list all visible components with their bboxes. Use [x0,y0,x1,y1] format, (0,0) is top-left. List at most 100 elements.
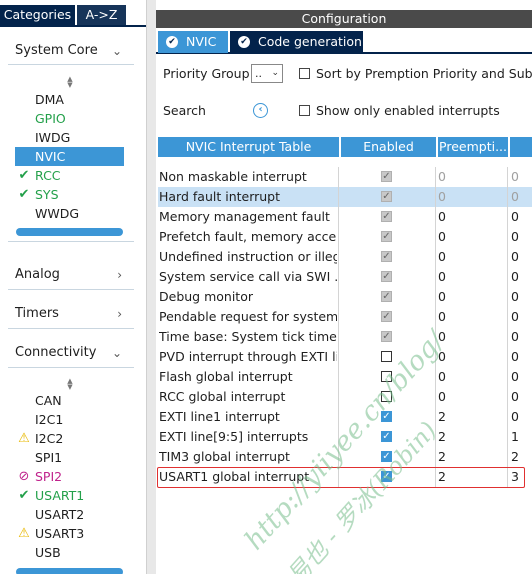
sidebar-item-spi2[interactable]: ⊘ SPI2 [15,467,124,486]
sidebar-item-i2c1[interactable]: I2C1 [15,410,124,429]
sidebar-item-usart1[interactable]: ✔ USART1 [15,486,124,505]
preemption-priority[interactable]: 0 [436,267,506,287]
preemption-priority[interactable]: 2 [436,407,506,427]
table-row[interactable]: Flash global interrupt 0 0 [158,367,532,387]
sub-priority[interactable]: 0 [509,167,532,187]
enabled-checkbox[interactable] [381,351,392,362]
table-row[interactable]: System service call via SWI ... ✓ 0 0 [158,267,532,287]
sidebar-item-usart2[interactable]: USART2 [15,505,124,524]
sidebar-item-label: DMA [35,92,64,107]
sidebar-item-dma[interactable]: DMA [15,90,124,109]
column-header-preemption[interactable]: Preempti... [438,137,508,157]
column-divider [507,187,508,207]
table-row[interactable]: Undefined instruction or illeg... ✓ 0 0 [158,247,532,267]
table-row[interactable]: Memory management fault ✓ 0 0 [158,207,532,227]
tab-code-generation[interactable]: ✔ Code generation [230,31,363,53]
preemption-priority[interactable]: 2 [436,447,506,467]
table-row[interactable]: PVD interrupt through EXTI li... 0 0 [158,347,532,367]
scroll-indicator[interactable] [16,228,123,236]
sub-priority[interactable]: 0 [509,347,532,367]
sidebar-item-spi1[interactable]: SPI1 [15,448,124,467]
column-divider [507,387,508,407]
scroll-indicator[interactable] [16,568,123,574]
table-row[interactable]: Pendable request for system... ✓ 0 0 [158,307,532,327]
section-connectivity[interactable]: Connectivity ⌄ [0,341,136,365]
check-circle-icon: ✔ [238,36,250,48]
tab-a-to-z[interactable]: A->Z [77,5,126,25]
sub-priority[interactable]: 2 [509,447,532,467]
sidebar-item-i2c2[interactable]: ⚠ I2C2 [15,429,124,448]
column-divider [507,327,508,347]
sidebar-item-sys[interactable]: ✔ SYS [15,185,124,204]
section-label: System Core [15,43,98,58]
table-header: NVIC Interrupt Table Enabled Preempti... [158,137,532,157]
section-analog[interactable]: Analog › [0,263,136,287]
preemption-priority[interactable]: 0 [436,287,506,307]
sub-priority[interactable]: 0 [509,267,532,287]
column-divider [338,247,339,267]
sidebar-item-gpio[interactable]: GPIO [15,109,124,128]
column-header-enabled[interactable]: Enabled [341,137,436,157]
sub-priority[interactable]: 0 [509,227,532,247]
panel-scrollbar[interactable] [146,0,156,574]
divider [8,289,134,290]
chevron-down-icon: ⌄ [271,68,279,78]
table-row[interactable]: Hard fault interrupt ✓ 0 0 [158,187,532,207]
sub-priority[interactable]: 1 [509,427,532,447]
tab-nvic[interactable]: ✔ NVIC [158,31,228,53]
sort-icon[interactable]: ▲ ▼ [66,378,74,391]
sub-priority[interactable]: 0 [509,367,532,387]
column-header-name[interactable]: NVIC Interrupt Table [158,137,339,157]
preemption-priority[interactable]: 0 [436,227,506,247]
sub-priority[interactable]: 0 [509,407,532,427]
sidebar-item-label: WWDG [35,206,80,221]
table-row[interactable]: Non maskable interrupt ✓ 0 0 [158,167,532,187]
preemption-priority[interactable]: 0 [436,387,506,407]
sub-priority[interactable]: 0 [509,327,532,347]
preemption-priority[interactable]: 0 [436,207,506,227]
priority-group-select[interactable]: .. ⌄ [251,64,283,83]
sub-priority[interactable]: 0 [509,207,532,227]
sub-priority[interactable]: 0 [509,187,532,207]
interrupt-name: PVD interrupt through EXTI li... [159,349,337,364]
enabled-cell: ✓ [340,287,436,307]
column-header-sub[interactable] [510,137,532,157]
sidebar-item-label: RCC [35,168,61,183]
sort-icon[interactable]: ▲ ▼ [66,76,74,89]
preemption-priority[interactable]: 0 [436,367,506,387]
sidebar-item-nvic[interactable]: NVIC [15,147,124,166]
search-icon[interactable]: ‹ [253,103,268,118]
sub-priority[interactable]: 0 [509,307,532,327]
preemption-priority[interactable]: 2 [436,427,506,447]
interrupt-name: Non maskable interrupt [159,169,307,184]
sidebar-item-rcc[interactable]: ✔ RCC [15,166,124,185]
show-enabled-checkbox[interactable] [299,105,310,116]
tab-categories[interactable]: Categories [0,5,75,25]
sub-priority[interactable]: 0 [509,387,532,407]
preemption-priority[interactable]: 0 [436,247,506,267]
interrupt-name: Debug monitor [159,289,253,304]
sidebar-item-usart3[interactable]: ⚠ USART3 [15,524,124,543]
sidebar-item-iwdg[interactable]: IWDG [15,128,124,147]
table-row[interactable]: Time base: System tick timer ✓ 0 0 [158,327,532,347]
interrupt-name: Undefined instruction or illeg... [159,249,337,264]
section-timers[interactable]: Timers › [0,302,136,326]
section-system-core[interactable]: System Core ⌄ [0,39,136,63]
preemption-priority[interactable]: 0 [436,167,506,187]
table-row[interactable]: RCC global interrupt 0 0 [158,387,532,407]
table-row[interactable]: Prefetch fault, memory acce... ✓ 0 0 [158,227,532,247]
sub-priority[interactable]: 0 [509,287,532,307]
sort-label: Sort by Premption Priority and Sub P [316,66,532,81]
table-row[interactable]: Debug monitor ✓ 0 0 [158,287,532,307]
enabled-checkbox: ✓ [381,171,392,182]
sidebar-item-wwdg[interactable]: WWDG [15,204,124,223]
sidebar-item-label: IWDG [35,130,71,145]
sub-priority[interactable]: 0 [509,247,532,267]
sort-checkbox[interactable] [299,68,310,79]
sidebar-item-label: I2C1 [35,412,64,427]
sidebar-item-usb[interactable]: USB [15,543,124,562]
preemption-priority[interactable]: 0 [436,307,506,327]
preemption-priority[interactable]: 0 [436,187,506,207]
sidebar-item-can[interactable]: CAN [15,391,124,410]
divider [8,241,134,242]
